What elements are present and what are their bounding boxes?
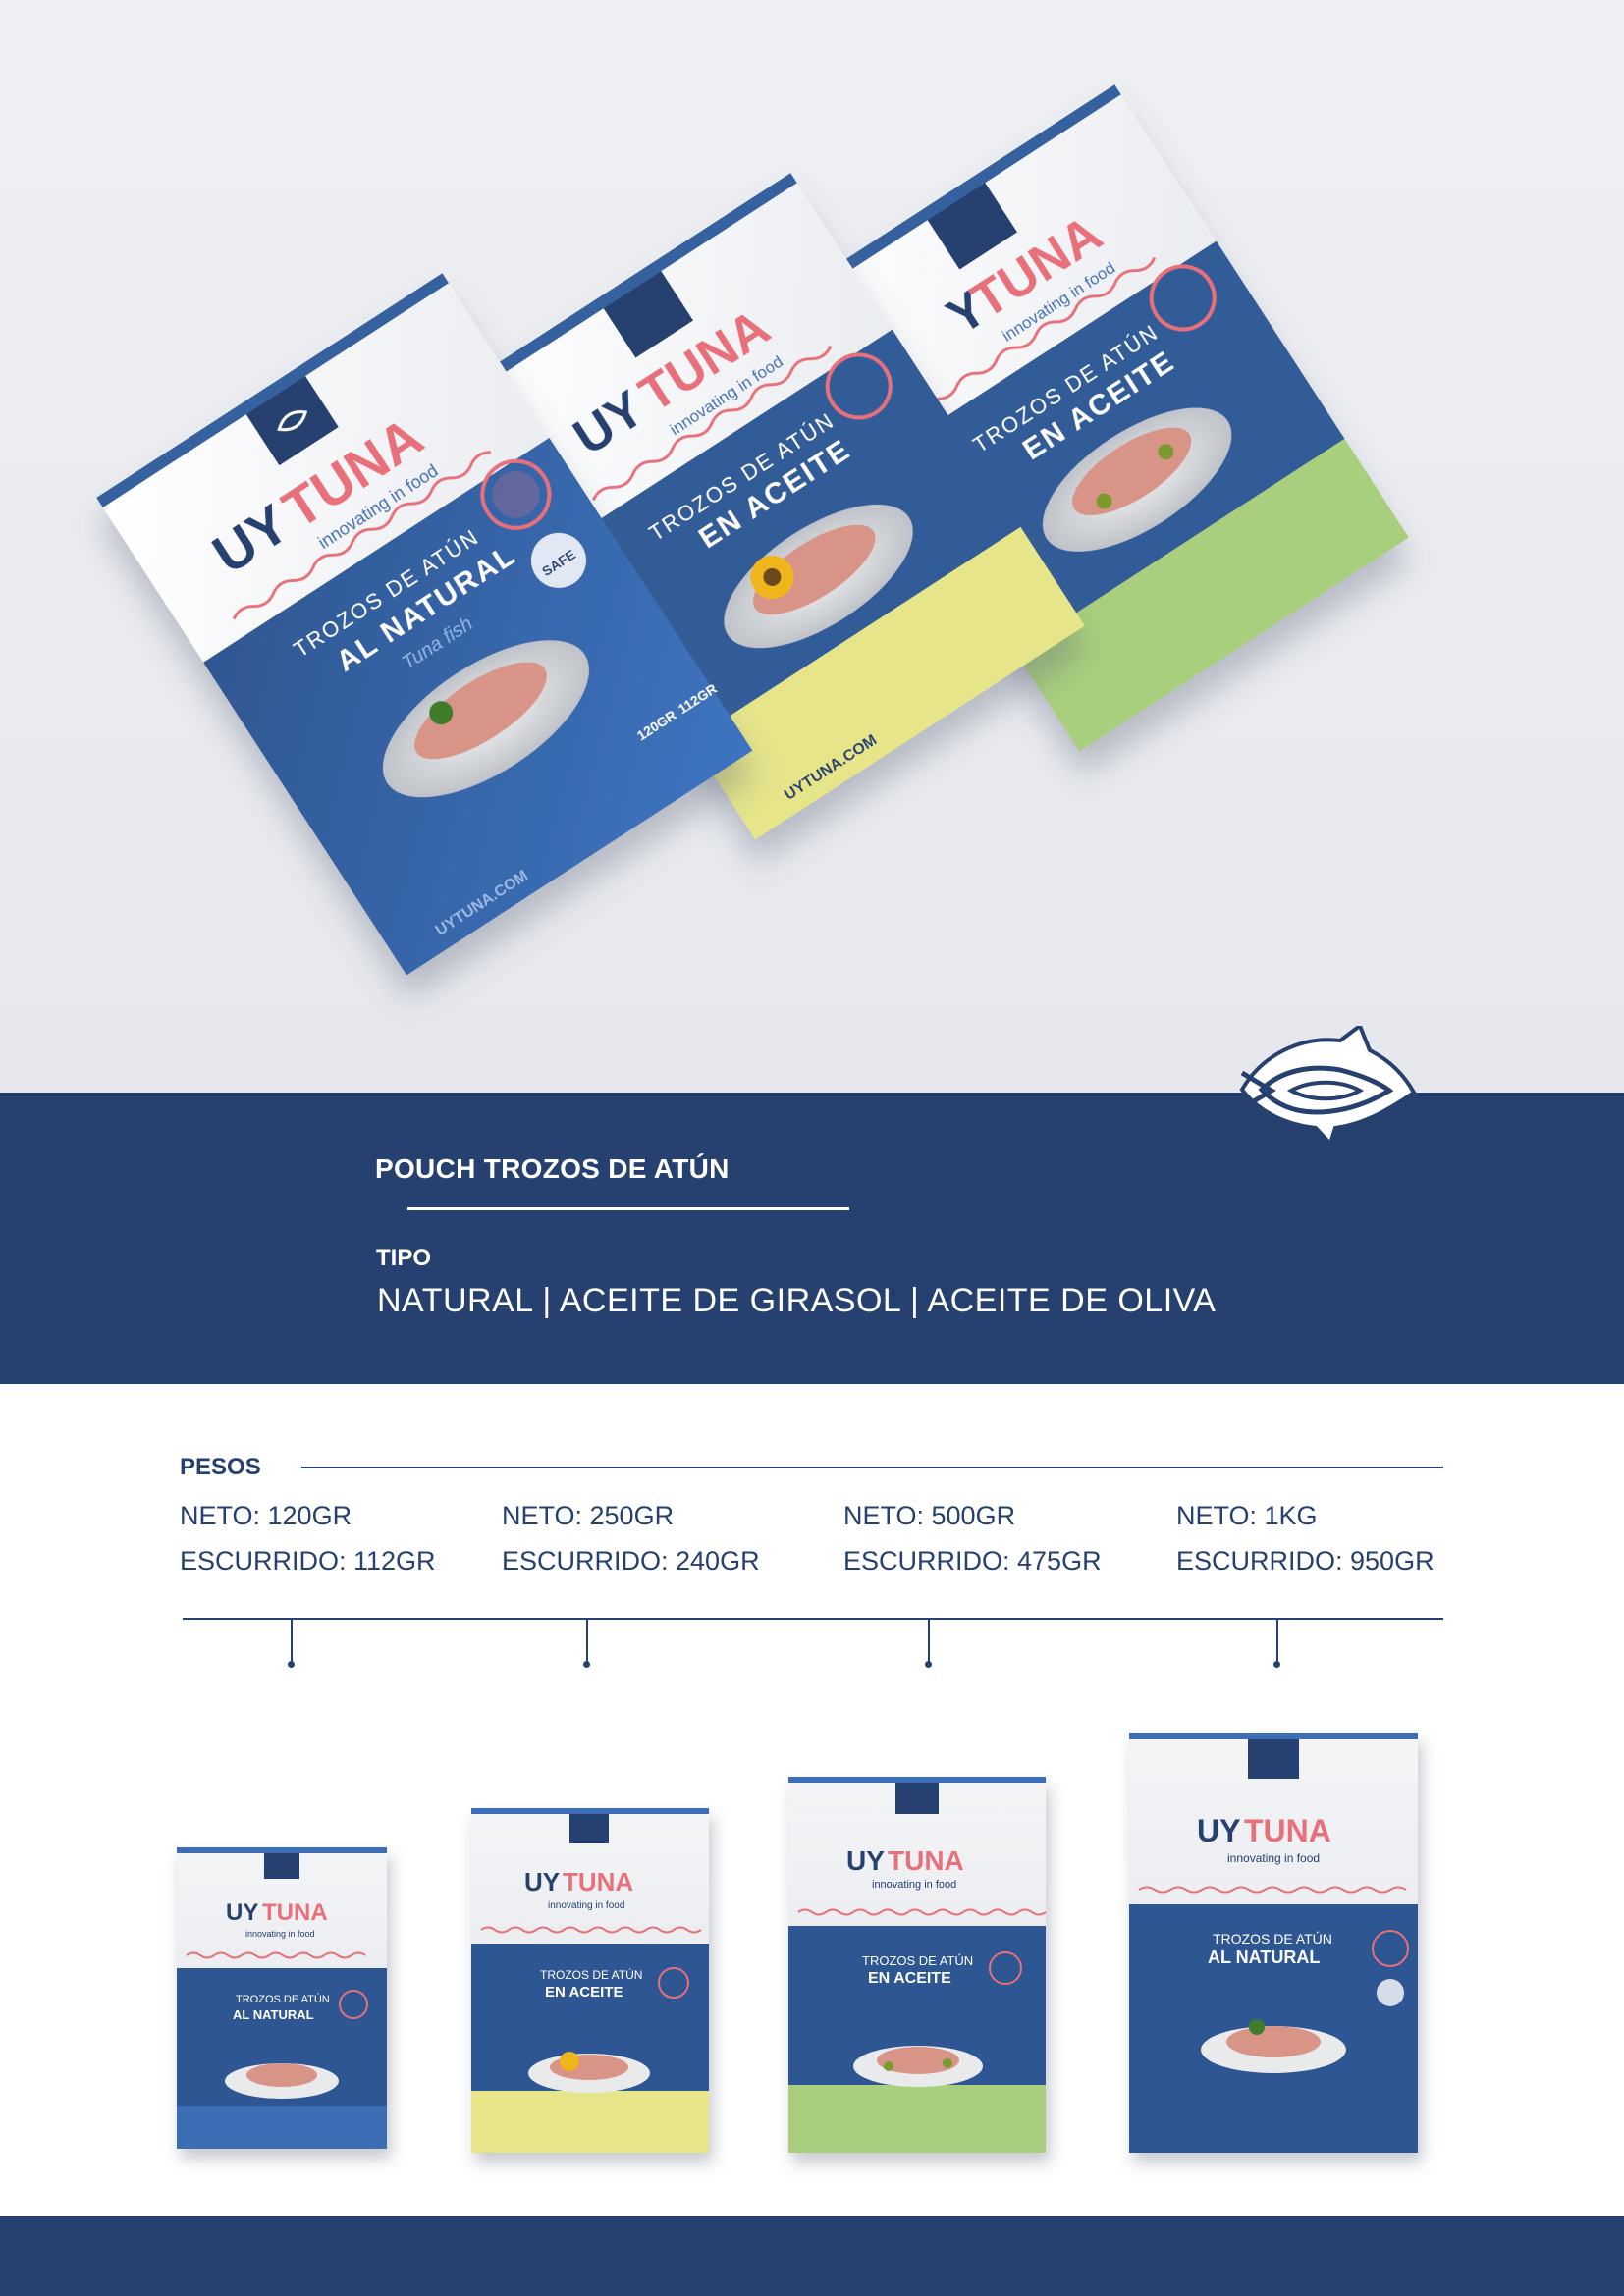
neto-value: NETO: 250GR bbox=[502, 1501, 675, 1530]
timeline-tick bbox=[291, 1620, 293, 1665]
svg-text:innovating in food: innovating in food bbox=[548, 1900, 624, 1911]
svg-text:TROZOS DE ATÚN: TROZOS DE ATÚN bbox=[1213, 1931, 1332, 1947]
timeline-tick bbox=[928, 1620, 930, 1665]
pesos-label: PESOS bbox=[180, 1454, 261, 1480]
tipo-label: TIPO bbox=[376, 1245, 432, 1271]
timeline-dot bbox=[925, 1661, 932, 1668]
escurrido-value: ESCURRIDO: 240GR bbox=[502, 1546, 760, 1575]
svg-text:AL NATURAL: AL NATURAL bbox=[233, 2007, 314, 2022]
size-comparison-pouches: UY TUNA innovating in food TROZOS DE ATÚ… bbox=[177, 1733, 1418, 2153]
title-underline bbox=[407, 1207, 849, 1210]
fish-logo-icon bbox=[1239, 1026, 1417, 1144]
pouch-1kg: UY TUNA innovating in food TROZOS DE ATÚ… bbox=[1129, 1733, 1418, 2153]
pouch-250gr: UY TUNA innovating in food TROZOS DE ATÚ… bbox=[471, 1808, 709, 2153]
hero-product-photo: Y TUNA innovating in food TROZOS DE ATÚN… bbox=[0, 0, 1624, 1093]
svg-text:TUNA: TUNA bbox=[888, 1845, 964, 1876]
svg-text:TROZOS DE ATÚN: TROZOS DE ATÚN bbox=[862, 1953, 973, 1968]
section-title: POUCH TROZOS DE ATÚN bbox=[375, 1153, 730, 1184]
svg-text:TUNA: TUNA bbox=[262, 1899, 328, 1926]
svg-text:innovating in food: innovating in food bbox=[1227, 1851, 1320, 1865]
svg-text:innovating in food: innovating in food bbox=[872, 1879, 956, 1891]
timeline-tick bbox=[1276, 1620, 1278, 1665]
footer-band bbox=[0, 2216, 1624, 2296]
timeline-dot bbox=[1273, 1661, 1280, 1668]
escurrido-value: ESCURRIDO: 475GR bbox=[843, 1546, 1102, 1575]
svg-text:AL NATURAL: AL NATURAL bbox=[1208, 1948, 1320, 1967]
neto-value: NETO: 500GR bbox=[843, 1501, 1016, 1530]
timeline-tick bbox=[586, 1620, 588, 1665]
escurrido-value: ESCURRIDO: 950GR bbox=[1176, 1546, 1435, 1575]
svg-text:EN ACEITE: EN ACEITE bbox=[868, 1970, 951, 1987]
svg-text:TROZOS DE ATÚN: TROZOS DE ATÚN bbox=[236, 1993, 330, 2005]
pesos-divider bbox=[301, 1467, 1443, 1468]
pouch-120gr: UY TUNA innovating in food TROZOS DE ATÚ… bbox=[177, 1847, 387, 2149]
hero-pouches-illustration: Y TUNA innovating in food TROZOS DE ATÚN… bbox=[96, 84, 1409, 976]
svg-text:UY: UY bbox=[846, 1845, 885, 1876]
pouch-500gr: UY TUNA innovating in food TROZOS DE ATÚ… bbox=[788, 1777, 1047, 2153]
svg-text:UY: UY bbox=[1197, 1813, 1240, 1848]
svg-text:TUNA: TUNA bbox=[563, 1867, 633, 1896]
weight-250: NETO: 250GR ESCURRIDO: 240GR bbox=[502, 1493, 760, 1583]
timeline-dot bbox=[288, 1661, 295, 1668]
svg-text:innovating in food: innovating in food bbox=[245, 1929, 315, 1939]
svg-text:TUNA: TUNA bbox=[1244, 1813, 1331, 1848]
svg-text:TROZOS DE ATÚN: TROZOS DE ATÚN bbox=[540, 1967, 642, 1982]
escurrido-value: ESCURRIDO: 112GR bbox=[180, 1546, 436, 1575]
timeline-line bbox=[183, 1618, 1443, 1620]
timeline-dot bbox=[583, 1661, 590, 1668]
neto-value: NETO: 1KG bbox=[1176, 1501, 1318, 1530]
weight-1kg: NETO: 1KG ESCURRIDO: 950GR bbox=[1176, 1493, 1435, 1583]
weight-500: NETO: 500GR ESCURRIDO: 475GR bbox=[843, 1493, 1102, 1583]
svg-text:EN ACEITE: EN ACEITE bbox=[545, 1984, 623, 2001]
weight-120: NETO: 120GR ESCURRIDO: 112GR bbox=[180, 1493, 436, 1583]
svg-text:UY: UY bbox=[524, 1867, 560, 1896]
tipo-values: NATURAL | ACEITE DE GIRASOL | ACEITE DE … bbox=[377, 1282, 1217, 1319]
svg-text:UY: UY bbox=[226, 1899, 258, 1926]
neto-value: NETO: 120GR bbox=[180, 1501, 352, 1530]
